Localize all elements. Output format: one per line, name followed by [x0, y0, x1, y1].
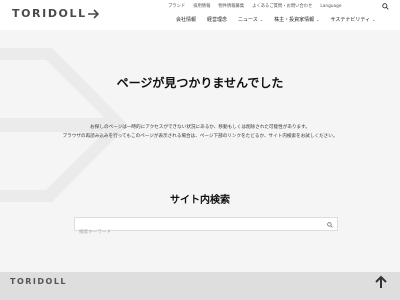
util-link-faq-contact[interactable]: よくあるご質問・お問い合わせ	[252, 3, 312, 9]
site-search-heading: サイト内検索	[170, 195, 230, 206]
chevron-down-icon: ⌄	[259, 17, 264, 22]
footer-logo[interactable]: TORIDOLL	[10, 277, 67, 286]
error-message-line: ブラウザの再読み込みを行ってもこのページが表示される場合は、ページ下部のリンクを…	[62, 134, 338, 139]
utility-nav: ブランド 採用情報 物件情報募集 よくあるご質問・お問い合わせ Language	[168, 3, 350, 10]
util-link-language[interactable]: Language	[320, 4, 341, 9]
nav-item-ir[interactable]: 株主・投資家情報 ⌄	[274, 16, 319, 23]
util-link-property[interactable]: 物件情報募集	[218, 3, 244, 9]
nav-item-sustainability[interactable]: サステナビリティ ⌄	[331, 16, 376, 23]
error-message-line: お探しのページは一時的にアクセスができない状況にあるか、移動もしくは削除された可…	[90, 125, 310, 130]
main-nav: 会社情報 経営理念 ニュース ⌄ 株主・投資家情報 ⌄ サステナビリティ ⌄	[176, 16, 387, 23]
util-link-recruit[interactable]: 採用情報	[193, 3, 210, 9]
chevron-down-icon: ⌄	[372, 17, 376, 22]
nav-item-label: ニュース	[238, 17, 258, 23]
page-title: ページが見つかりませんでした	[116, 76, 284, 90]
search-icon[interactable]	[327, 221, 333, 228]
logo-text: TORIDOLL	[12, 7, 87, 20]
arrow-up-icon[interactable]	[374, 275, 388, 289]
nav-item-label: 株主・投資家情報	[274, 17, 315, 23]
nav-item-label: 経営理念	[207, 17, 228, 23]
site-search-box	[74, 217, 338, 239]
arrow-right-icon	[87, 8, 99, 19]
search-input[interactable]	[75, 226, 337, 239]
nav-item-label: サステナビリティ	[330, 17, 371, 23]
site-logo[interactable]: TORIDOLL	[12, 7, 100, 20]
util-link-brand[interactable]: ブランド	[168, 3, 185, 9]
nav-item-news[interactable]: ニュース ⌄	[238, 16, 263, 23]
site-footer: TORIDOLL	[0, 272, 400, 300]
nav-item-label: 会社情報	[176, 17, 197, 23]
nav-item-company[interactable]: 会社情報	[176, 16, 196, 23]
chevron-down-icon: ⌄	[316, 17, 320, 22]
site-header: TORIDOLL ブランド 採用情報 物件情報募集 よくあるご質問・お問い合わせ…	[0, 0, 400, 30]
search-icon[interactable]	[382, 3, 389, 10]
nav-item-philosophy[interactable]: 経営理念	[207, 16, 227, 23]
